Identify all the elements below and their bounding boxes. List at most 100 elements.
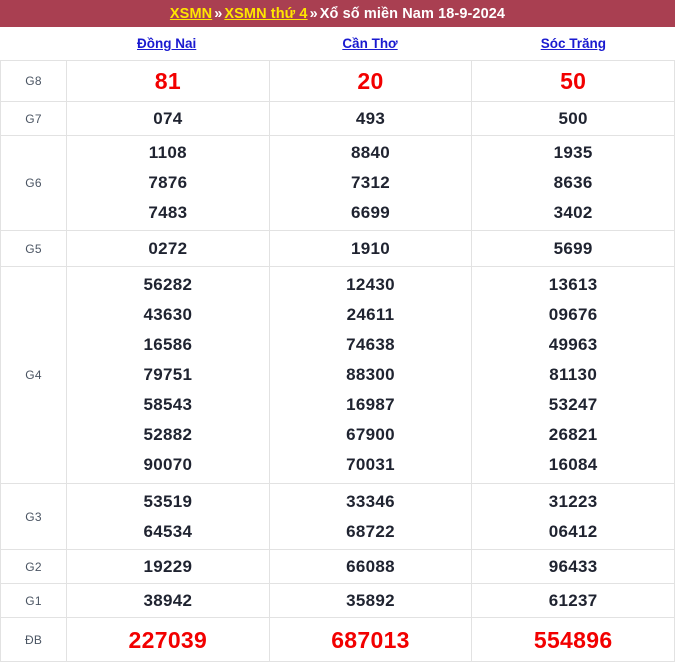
number: 13613 bbox=[548, 275, 598, 294]
prize-value-g3-dong-nai: 53519 64534 bbox=[66, 483, 270, 550]
number: 50 bbox=[560, 68, 587, 94]
prize-value-g4-dong-nai: 56282 43630 16586 79751 58543 52882 9007… bbox=[66, 266, 270, 484]
prize-value-g7-can-tho: 493 bbox=[268, 101, 473, 136]
number: 81 bbox=[154, 68, 181, 94]
number: 7483 bbox=[148, 203, 188, 222]
number: 8636 bbox=[553, 173, 593, 192]
number: 70031 bbox=[346, 455, 395, 474]
prize-value-db-can-tho: 687013 bbox=[268, 617, 473, 662]
prize-value-g5-dong-nai: 0272 bbox=[66, 230, 270, 267]
number: 81130 bbox=[549, 365, 598, 384]
number: 58543 bbox=[143, 395, 193, 414]
number: 49963 bbox=[548, 335, 598, 354]
lottery-results-table: G8 81 20 50 G7 074 493 500 G6 1108 7876 … bbox=[0, 60, 675, 662]
table-row: G6 1108 7876 7483 8840 7312 6699 1935 86… bbox=[0, 135, 675, 231]
number: 1108 bbox=[148, 143, 187, 162]
number: 16586 bbox=[143, 335, 193, 354]
table-row: G5 0272 1910 5699 bbox=[0, 230, 675, 267]
prize-label-db: ĐB bbox=[0, 617, 67, 662]
table-row: G7 074 493 500 bbox=[0, 101, 675, 136]
prize-value-g8-dong-nai: 81 bbox=[66, 60, 270, 102]
table-row: G4 56282 43630 16586 79751 58543 52882 9… bbox=[0, 266, 675, 484]
number: 33346 bbox=[346, 491, 395, 511]
prize-value-g2-soc-trang: 96433 bbox=[471, 549, 675, 584]
prize-label-g3: G3 bbox=[0, 483, 67, 550]
number: 43630 bbox=[143, 305, 193, 324]
number: 1910 bbox=[350, 238, 390, 258]
prize-value-db-soc-trang: 554896 bbox=[471, 617, 675, 662]
prize-value-g1-can-tho: 35892 bbox=[268, 583, 473, 618]
breadcrumb-link-xsmn[interactable]: XSMN bbox=[170, 6, 212, 22]
number: 38942 bbox=[143, 590, 193, 610]
number: 06412 bbox=[548, 521, 598, 541]
prize-value-g5-soc-trang: 5699 bbox=[471, 230, 675, 267]
prize-value-g5-can-tho: 1910 bbox=[268, 230, 473, 267]
prize-value-db-dong-nai: 227039 bbox=[66, 617, 270, 662]
number: 7876 bbox=[148, 173, 188, 192]
number: 61237 bbox=[548, 590, 598, 610]
number: 53519 bbox=[143, 491, 193, 511]
number: 493 bbox=[355, 108, 386, 128]
prize-value-g8-can-tho: 20 bbox=[268, 60, 473, 102]
breadcrumb-link-xsmn-thu-4[interactable]: XSMN thứ 4 bbox=[224, 6, 307, 22]
prize-label-g8: G8 bbox=[0, 60, 67, 102]
prize-value-g7-dong-nai: 074 bbox=[66, 101, 270, 136]
prize-label-g4: G4 bbox=[0, 266, 67, 484]
prize-label-g7: G7 bbox=[0, 101, 67, 136]
province-link-can-tho[interactable]: Cần Thơ bbox=[268, 36, 471, 51]
prize-label-g2: G2 bbox=[0, 549, 67, 584]
table-row: G1 38942 35892 61237 bbox=[0, 583, 675, 618]
prize-value-g3-soc-trang: 31223 06412 bbox=[471, 483, 675, 550]
number: 0272 bbox=[148, 238, 188, 258]
prize-value-g6-soc-trang: 1935 8636 3402 bbox=[471, 135, 675, 231]
prize-value-g3-can-tho: 33346 68722 bbox=[268, 483, 473, 550]
table-row: G2 19229 66088 96433 bbox=[0, 549, 675, 584]
number: 53247 bbox=[548, 395, 598, 414]
prize-value-g2-can-tho: 66088 bbox=[268, 549, 473, 584]
number: 96433 bbox=[548, 556, 598, 576]
number: 554896 bbox=[533, 626, 613, 653]
number: 31223 bbox=[548, 491, 598, 511]
number: 6699 bbox=[350, 203, 390, 222]
breadcrumb: XSMN» XSMN thứ 4» Xổ số miền Nam 18-9-2024 bbox=[170, 6, 505, 22]
prize-value-g6-can-tho: 8840 7312 6699 bbox=[268, 135, 473, 231]
number: 7312 bbox=[350, 173, 390, 192]
number: 26821 bbox=[548, 425, 598, 444]
table-row: ĐB 227039 687013 554896 bbox=[0, 617, 675, 662]
province-link-dong-nai[interactable]: Đồng Nai bbox=[65, 36, 268, 51]
prize-label-g5: G5 bbox=[0, 230, 67, 267]
province-header-row: Đồng Nai Cần Thơ Sóc Trăng bbox=[0, 27, 675, 60]
page-title: Xổ số miền Nam 18-9-2024 bbox=[319, 5, 506, 22]
number: 16987 bbox=[346, 395, 395, 414]
table-row: G8 81 20 50 bbox=[0, 60, 675, 102]
number: 227039 bbox=[128, 626, 208, 653]
number: 90070 bbox=[143, 455, 193, 474]
prize-value-g4-soc-trang: 13613 09676 49963 81130 53247 26821 1608… bbox=[471, 266, 675, 484]
prize-value-g1-soc-trang: 61237 bbox=[471, 583, 675, 618]
province-link-soc-trang[interactable]: Sóc Trăng bbox=[472, 36, 675, 51]
number: 16084 bbox=[548, 455, 598, 474]
number: 500 bbox=[558, 108, 588, 128]
prize-value-g7-soc-trang: 500 bbox=[471, 101, 675, 136]
number: 09676 bbox=[548, 305, 598, 324]
number: 12430 bbox=[346, 275, 395, 294]
page-title-bar: XSMN» XSMN thứ 4» Xổ số miền Nam 18-9-2024 bbox=[0, 0, 675, 27]
number: 20 bbox=[357, 68, 384, 94]
number: 24611 bbox=[346, 305, 395, 324]
number: 3402 bbox=[553, 203, 593, 222]
breadcrumb-separator-2: » bbox=[309, 5, 318, 22]
number: 19229 bbox=[143, 556, 193, 576]
number: 56282 bbox=[143, 275, 193, 294]
number: 35892 bbox=[346, 590, 395, 610]
number: 66088 bbox=[346, 556, 395, 576]
number: 52882 bbox=[143, 425, 193, 444]
results-table-body: G8 81 20 50 G7 074 493 500 G6 1108 7876 … bbox=[0, 60, 675, 662]
breadcrumb-separator-1: » bbox=[214, 5, 223, 22]
number: 074 bbox=[153, 108, 183, 128]
table-row: G3 53519 64534 33346 68722 31223 06412 bbox=[0, 483, 675, 550]
number: 687013 bbox=[331, 626, 410, 653]
number: 5699 bbox=[553, 238, 593, 258]
number: 88300 bbox=[346, 365, 395, 384]
prize-value-g6-dong-nai: 1108 7876 7483 bbox=[66, 135, 270, 231]
prize-value-g2-dong-nai: 19229 bbox=[66, 549, 270, 584]
